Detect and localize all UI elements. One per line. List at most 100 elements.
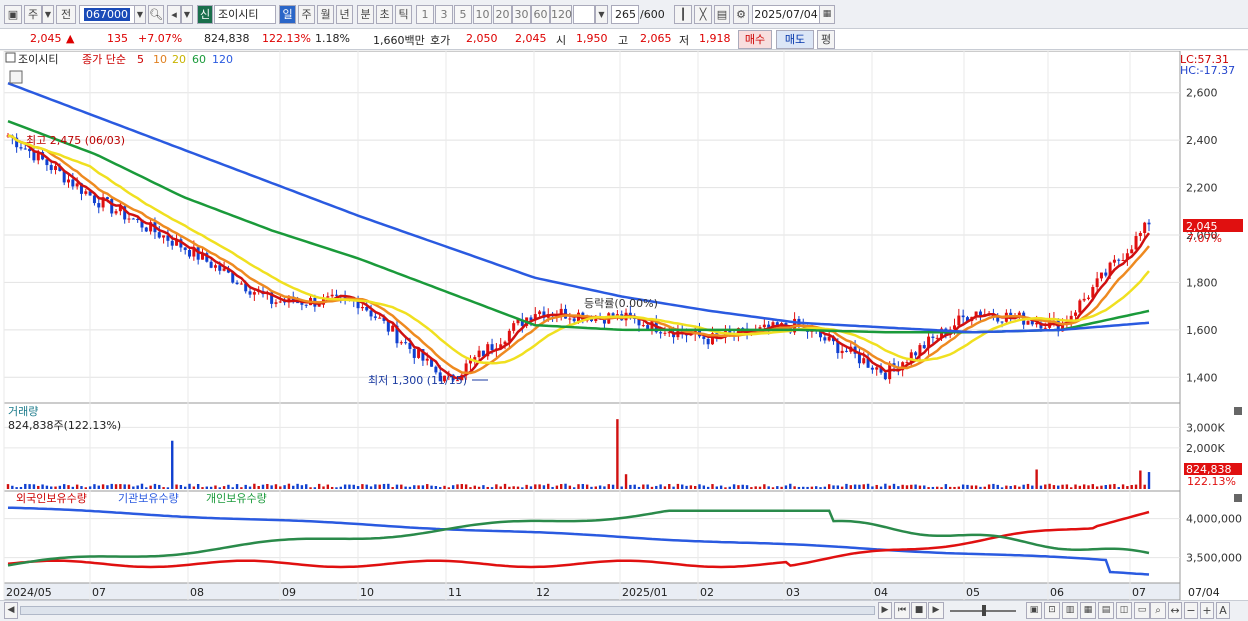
- grid-icon[interactable]: ▦: [1080, 602, 1096, 619]
- count-input[interactable]: 265: [611, 5, 639, 24]
- tab-month[interactable]: 월: [317, 5, 334, 24]
- volume-bar: [516, 486, 520, 489]
- tab-year[interactable]: 년: [336, 5, 353, 24]
- calendar-icon[interactable]: ▦: [819, 5, 835, 24]
- split-icon[interactable]: ◫: [1116, 602, 1132, 619]
- volume-bar: [983, 486, 986, 489]
- market-type-select[interactable]: 주: [24, 5, 42, 24]
- volume-bar: [378, 484, 381, 489]
- candle-body: [378, 317, 382, 319]
- play-icon[interactable]: ▶: [928, 602, 944, 619]
- x-axis-bar: [3, 582, 1181, 601]
- volume-bar: [836, 485, 840, 489]
- volume-bar: [235, 484, 239, 489]
- interval-3[interactable]: 3: [435, 5, 453, 24]
- low-label: 저: [679, 34, 690, 47]
- chart-option-icon[interactable]: ▣: [1026, 602, 1042, 619]
- volume-bar: [413, 485, 416, 489]
- horizontal-scrollbar[interactable]: [20, 606, 875, 615]
- tab-week[interactable]: 주: [298, 5, 315, 24]
- prev-select[interactable]: 전: [56, 5, 76, 24]
- search-icon[interactable]: 🔍︎: [148, 5, 164, 24]
- volume-panel-close-icon[interactable]: [1234, 407, 1242, 415]
- window-menu-icon[interactable]: ▣: [4, 5, 22, 24]
- zoom-slider-handle[interactable]: [982, 605, 986, 616]
- holding-panel-close-icon[interactable]: [1234, 494, 1242, 502]
- zoom-in-icon[interactable]: +: [1200, 602, 1214, 619]
- date-input[interactable]: 2025/07/04: [752, 5, 820, 24]
- candle-body: [23, 148, 27, 150]
- interval-5[interactable]: 5: [454, 5, 472, 24]
- calculator-icon[interactable]: [9, 70, 23, 84]
- stock-code-input[interactable]: 067000: [79, 5, 135, 24]
- sell-button[interactable]: 매도: [776, 30, 814, 49]
- volume-bar: [637, 486, 641, 489]
- layout-icon[interactable]: ▤: [1098, 602, 1114, 619]
- interval-60[interactable]: 60: [531, 5, 550, 24]
- interval-10[interactable]: 10: [473, 5, 492, 24]
- speaker-icon[interactable]: ◂: [167, 5, 181, 24]
- candle-body: [1026, 321, 1030, 325]
- screen-icon[interactable]: ▭: [1134, 602, 1150, 619]
- volume-bar: [823, 486, 827, 489]
- compare-icon[interactable]: ⊡: [1044, 602, 1060, 619]
- save-icon[interactable]: ▤: [714, 5, 730, 24]
- candle-body: [75, 183, 79, 187]
- chevron-down-icon[interactable]: ▼: [42, 5, 54, 24]
- volume-bar: [106, 485, 109, 489]
- tab-minute[interactable]: 분: [357, 5, 374, 24]
- volume-bar: [819, 487, 822, 489]
- interval-dropdown-icon[interactable]: ▼: [595, 5, 608, 24]
- candle-body: [1082, 298, 1086, 301]
- candle-body: [399, 342, 403, 344]
- gear-icon[interactable]: ⚙: [733, 5, 749, 24]
- volume-panel-frame: [3, 402, 1181, 492]
- candle-body: [54, 166, 58, 170]
- buy-button[interactable]: 매수: [738, 30, 772, 49]
- tab-day[interactable]: 일: [279, 5, 296, 24]
- bid-price: 2,045: [515, 32, 547, 45]
- code-dropdown-icon[interactable]: ▼: [134, 5, 146, 24]
- candle-body: [1043, 327, 1047, 329]
- volume-bar: [50, 486, 53, 489]
- eval-button[interactable]: 평: [817, 30, 835, 49]
- volume-bar: [149, 485, 152, 489]
- zoom-out-icon[interactable]: −: [1184, 602, 1198, 619]
- open-label: 시: [556, 34, 567, 47]
- volume-bar: [37, 485, 40, 489]
- font-size-icon[interactable]: A: [1216, 602, 1230, 619]
- bar-chart-icon[interactable]: ▥: [1062, 602, 1078, 619]
- scroll-right-icon[interactable]: ▶: [878, 602, 892, 619]
- crosshair-icon[interactable]: ╳: [694, 5, 712, 24]
- rewind-icon[interactable]: ⏮: [894, 602, 910, 619]
- interval-120[interactable]: 120: [550, 5, 572, 24]
- volume-bar: [957, 486, 961, 489]
- volume-bar: [914, 484, 917, 489]
- volume-bar: [758, 486, 762, 489]
- volume-bar: [279, 486, 282, 489]
- zoom-reset-icon[interactable]: ↔: [1168, 602, 1182, 619]
- volume-bar: [84, 487, 87, 489]
- stock-name-field[interactable]: 조이시티: [214, 5, 276, 24]
- volume-bar: [974, 485, 978, 489]
- volume-bar: [75, 484, 79, 489]
- price-chart-svg[interactable]: 2,6002,4002,2002,0001,8001,6001,4003,000…: [0, 50, 1248, 601]
- chart-area[interactable]: 2,600 2,400 2,200 2,000 1,800 1,600 1,400 3,000…: [0, 50, 1248, 621]
- interval-30[interactable]: 30: [512, 5, 531, 24]
- interval-custom-input[interactable]: [573, 5, 595, 24]
- open-price: 1,950: [576, 32, 608, 45]
- candle-type-icon[interactable]: ┃: [674, 5, 692, 24]
- interval-1[interactable]: 1: [416, 5, 434, 24]
- tab-second[interactable]: 초: [376, 5, 393, 24]
- speaker-dropdown-icon[interactable]: ▼: [181, 5, 193, 24]
- interval-20[interactable]: 20: [493, 5, 512, 24]
- volume-bar: [352, 484, 355, 489]
- scroll-left-icon[interactable]: ◀: [4, 602, 18, 619]
- tab-tick[interactable]: 틱: [395, 5, 412, 24]
- volume-bar: [132, 486, 135, 489]
- volume-bar: [305, 484, 308, 489]
- stop-icon[interactable]: ■: [911, 602, 927, 619]
- volume-bar: [356, 486, 360, 489]
- volume-bar: [797, 486, 801, 489]
- zoom-icon[interactable]: ⌕: [1150, 602, 1166, 619]
